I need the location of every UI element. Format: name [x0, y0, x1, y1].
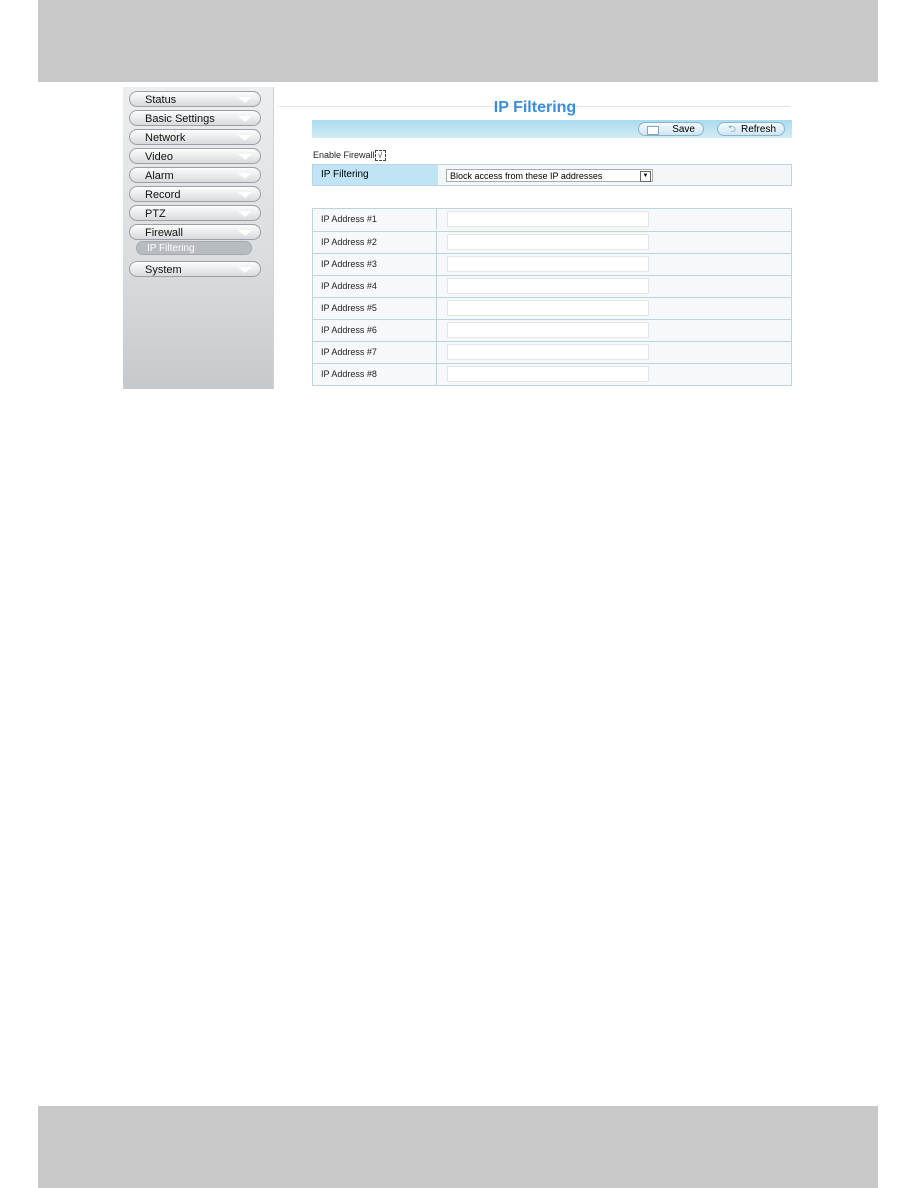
chevron-down-icon: [238, 230, 252, 236]
chevron-down-icon: [238, 135, 252, 141]
sidebar-subitem-ip-filtering[interactable]: IP Filtering: [136, 241, 252, 255]
ip-address-input[interactable]: [447, 300, 649, 316]
ip-address-input[interactable]: [447, 322, 649, 338]
ip-address-label: IP Address #3: [313, 254, 437, 275]
refresh-button[interactable]: ⮌ Refresh: [717, 122, 785, 136]
enable-firewall-label: Enable Firewall: [313, 150, 375, 160]
sidebar: Status Basic Settings Network Video Alarm Rec…: [123, 87, 273, 389]
sidebar-item-label: Alarm: [145, 170, 174, 182]
chevron-down-icon: [238, 192, 252, 198]
ip-address-label: IP Address #8: [313, 364, 437, 385]
ip-address-label: IP Address #5: [313, 298, 437, 319]
page-footer-band: [38, 1106, 878, 1188]
toolbar: Save ⮌ Refresh: [312, 120, 792, 138]
sidebar-item-ptz[interactable]: PTZ: [129, 205, 261, 221]
ip-address-input[interactable]: [447, 211, 649, 227]
ip-address-label: IP Address #7: [313, 342, 437, 363]
sidebar-item-label: PTZ: [145, 208, 166, 220]
sidebar-item-video[interactable]: Video: [129, 148, 261, 164]
sidebar-item-basic-settings[interactable]: Basic Settings: [129, 110, 261, 126]
ip-address-row: IP Address #7: [313, 341, 791, 363]
sidebar-item-label: Video: [145, 151, 173, 163]
ip-address-label: IP Address #6: [313, 320, 437, 341]
ip-address-row: IP Address #6: [313, 319, 791, 341]
ip-filtering-row: IP Filtering Block access from these IP …: [312, 164, 792, 186]
ip-address-input[interactable]: [447, 278, 649, 294]
ip-filtering-label: IP Filtering: [313, 165, 438, 185]
ip-filtering-select[interactable]: Block access from these IP addresses ▼: [446, 169, 653, 182]
ip-address-label: IP Address #4: [313, 276, 437, 297]
save-label: Save: [672, 124, 695, 135]
sidebar-item-record[interactable]: Record: [129, 186, 261, 202]
enable-firewall: Enable Firewall √: [313, 150, 386, 162]
ip-address-input[interactable]: [447, 234, 649, 250]
sidebar-item-alarm[interactable]: Alarm: [129, 167, 261, 183]
chevron-down-icon: [238, 173, 252, 179]
sidebar-item-status[interactable]: Status: [129, 91, 261, 107]
sidebar-item-label: Status: [145, 94, 177, 106]
chevron-down-icon: [238, 154, 252, 160]
dropdown-arrow-icon[interactable]: ▼: [640, 171, 651, 182]
sidebar-item-label: Basic Settings: [145, 113, 215, 125]
enable-firewall-checkbox[interactable]: √: [374, 150, 386, 162]
ip-address-input[interactable]: [447, 344, 649, 360]
sidebar-item-label: Record: [145, 189, 181, 201]
ip-address-input[interactable]: [447, 256, 649, 272]
ip-address-row: IP Address #2: [313, 231, 791, 253]
chevron-down-icon: [238, 116, 252, 122]
sidebar-item-firewall[interactable]: Firewall: [129, 224, 261, 240]
ip-address-row: IP Address #4: [313, 275, 791, 297]
screenshot: Status Basic Settings Network Video Alarm Rec…: [123, 87, 795, 389]
ip-address-row: IP Address #3: [313, 253, 791, 275]
ip-address-label: IP Address #1: [313, 209, 437, 230]
chevron-down-icon: [238, 211, 252, 217]
sidebar-item-label: Network: [145, 132, 186, 144]
chevron-down-icon: [238, 267, 252, 273]
save-button[interactable]: Save: [638, 122, 704, 136]
chevron-down-icon: [238, 97, 252, 103]
ip-address-input[interactable]: [447, 366, 649, 382]
refresh-icon: ⮌: [727, 124, 736, 135]
page-title: IP Filtering: [493, 99, 577, 116]
save-icon: [647, 126, 659, 135]
sidebar-item-label: System: [145, 264, 182, 276]
sidebar-item-system[interactable]: System: [129, 261, 261, 277]
main-panel: IP Filtering Save ⮌ Refresh Enable Firewa…: [273, 87, 796, 389]
page-header-band: [38, 0, 878, 82]
ip-address-table: IP Address #1 IP Address #2 IP Address #3 I…: [312, 208, 792, 386]
ip-address-row: IP Address #5: [313, 297, 791, 319]
sidebar-item-network[interactable]: Network: [129, 129, 261, 145]
ip-address-row: IP Address #8: [313, 363, 791, 385]
ip-address-row: IP Address #1: [313, 209, 791, 231]
select-value: Block access from these IP addresses: [450, 171, 603, 181]
ip-address-label: IP Address #2: [313, 232, 437, 253]
sidebar-item-label: Firewall: [145, 227, 183, 239]
refresh-label: Refresh: [740, 124, 776, 135]
